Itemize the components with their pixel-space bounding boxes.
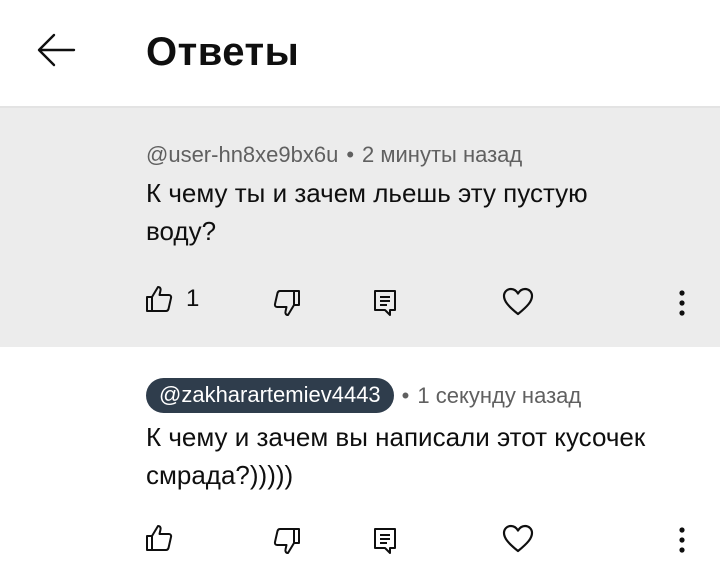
comment-icon — [374, 528, 396, 554]
more-options-button[interactable] — [676, 288, 688, 318]
comment-text: К чему и зачем вы написали этот кусочек … — [146, 422, 646, 490]
comment-author-chip[interactable]: @zakharartemiev4443 — [146, 378, 394, 413]
more-options-button[interactable] — [676, 525, 688, 555]
heart-button[interactable] — [502, 287, 534, 317]
reply-button[interactable] — [372, 526, 398, 556]
arrow-left-icon — [37, 33, 76, 67]
thumbs-down-icon — [273, 528, 300, 554]
back-button[interactable] — [34, 30, 78, 70]
comment-time: 1 секунду назад — [417, 382, 582, 408]
thumbs-up-icon — [146, 525, 173, 551]
comment-meta: @zakharartemiev4443 • 1 секунду назад — [146, 378, 581, 413]
thumbs-up-icon — [146, 286, 173, 312]
reply-button[interactable] — [372, 288, 398, 318]
like-count: 1 — [186, 285, 200, 312]
like-button[interactable] — [144, 523, 174, 553]
dislike-button[interactable] — [272, 288, 302, 318]
more-vertical-icon — [679, 527, 685, 553]
heart-icon — [502, 524, 534, 553]
comment-time: 2 минуты назад — [362, 142, 523, 167]
dislike-button[interactable] — [272, 526, 302, 556]
heart-icon — [502, 287, 534, 316]
comment-meta: @user-hn8xe9bx6u • 2 минуты назад — [146, 142, 522, 168]
page-title: Ответы — [146, 30, 300, 74]
comment-author[interactable]: @user-hn8xe9bx6u — [146, 142, 338, 168]
comment-item: @user-hn8xe9bx6u • 2 минуты назад К чему… — [0, 108, 720, 347]
meta-separator: • — [401, 382, 410, 408]
heart-button[interactable] — [502, 524, 534, 554]
comment-item: @zakharartemiev4443 • 1 секунду назад К … — [0, 347, 720, 578]
like-button[interactable]: 1 — [144, 284, 199, 314]
comment-text: К чему ты и зачем льешь эту пустую воду? — [146, 178, 588, 246]
top-app-bar: Ответы — [0, 0, 720, 108]
thumbs-down-icon — [273, 290, 300, 316]
more-vertical-icon — [679, 290, 685, 316]
comment-icon — [374, 290, 396, 316]
meta-separator: • — [346, 142, 355, 167]
